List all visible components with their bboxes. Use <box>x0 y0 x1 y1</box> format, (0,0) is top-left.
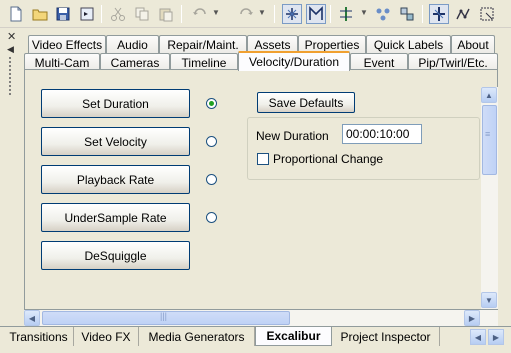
set-velocity-button[interactable]: Set Velocity <box>41 127 190 156</box>
markers-icon[interactable] <box>306 4 326 24</box>
set-duration-button[interactable]: Set Duration <box>41 89 190 118</box>
properties-icon[interactable] <box>77 4 97 24</box>
proportional-change-checkbox[interactable] <box>257 153 269 165</box>
collapse-arrow-icon[interactable]: ◀ <box>7 44 14 55</box>
paste-icon[interactable] <box>156 4 176 24</box>
dock-tab-video-fx[interactable]: Video FX <box>74 327 139 346</box>
undersample-rate-button[interactable]: UnderSample Rate <box>41 203 190 232</box>
playback-rate-radio[interactable] <box>206 174 217 185</box>
dock-tab-transitions[interactable]: Transitions <box>4 327 74 346</box>
vertical-scroll-thumb[interactable] <box>482 105 497 175</box>
horizontal-scrollbar[interactable]: ◀ ||| ▶ <box>24 310 498 326</box>
velocity-duration-panel: Set Duration Set Velocity Playback Rate … <box>24 69 498 310</box>
dock-tab-media-generators[interactable]: Media Generators <box>139 327 255 346</box>
snapping-icon[interactable] <box>282 4 302 24</box>
playback-rate-button[interactable]: Playback Rate <box>41 165 190 194</box>
tab-quick-labels[interactable]: Quick Labels <box>366 35 451 53</box>
proportional-change-label: Proportional Change <box>273 152 384 166</box>
dock-tabs-next-icon[interactable]: ▶ <box>488 329 504 345</box>
tab-repair-maint[interactable]: Repair/Maint. <box>159 35 247 53</box>
copy-icon[interactable] <box>132 4 152 24</box>
toolbar: ▼ ▼ ▼ <box>0 0 511 28</box>
close-icon[interactable]: ✕ <box>7 30 16 43</box>
new-duration-input[interactable] <box>342 124 422 144</box>
scroll-right-icon[interactable]: ▶ <box>464 310 480 326</box>
undo-icon[interactable] <box>190 4 210 24</box>
dock-tabs: Transitions Video FX Media Generators Ex… <box>0 326 511 353</box>
curve-icon[interactable] <box>453 4 473 24</box>
group-icon[interactable] <box>373 4 393 24</box>
scroll-left-icon[interactable]: ◀ <box>24 310 40 326</box>
scroll-up-icon[interactable]: ▲ <box>481 87 497 103</box>
crop-select-icon[interactable] <box>477 4 497 24</box>
panel-gutter: ✕ ◀ <box>0 28 20 326</box>
set-duration-radio[interactable] <box>206 98 217 109</box>
save-icon[interactable] <box>53 4 73 24</box>
open-folder-icon[interactable] <box>30 4 50 24</box>
duration-options-group: New Duration Proportional Change <box>247 117 480 180</box>
new-file-icon[interactable] <box>6 4 26 24</box>
cut-icon[interactable] <box>108 4 128 24</box>
desquiggle-button[interactable]: DeSquiggle <box>41 241 190 270</box>
envelope-icon[interactable] <box>429 4 449 24</box>
track-motion-icon[interactable] <box>397 4 417 24</box>
tab-audio[interactable]: Audio <box>106 35 159 53</box>
drag-grip-icon[interactable] <box>8 56 12 96</box>
set-velocity-radio[interactable] <box>206 136 217 147</box>
tab-velocity-duration[interactable]: Velocity/Duration <box>238 51 350 71</box>
scroll-down-icon[interactable]: ▼ <box>481 292 497 308</box>
dock-tab-project-inspector[interactable]: Project Inspector <box>332 327 440 346</box>
new-duration-label: New Duration <box>256 129 329 143</box>
trim-icon[interactable] <box>336 4 356 24</box>
undersample-rate-radio[interactable] <box>206 212 217 223</box>
tab-about[interactable]: About <box>451 35 495 53</box>
vertical-scrollbar[interactable]: ▲ ≡ ▼ <box>481 87 498 309</box>
dock-tabs-prev-icon[interactable]: ◀ <box>470 329 486 345</box>
tab-video-effects[interactable]: Video Effects <box>28 35 106 53</box>
dock-tab-excalibur[interactable]: Excalibur <box>255 327 332 346</box>
save-defaults-button[interactable]: Save Defaults <box>257 92 355 113</box>
redo-icon[interactable] <box>236 4 256 24</box>
